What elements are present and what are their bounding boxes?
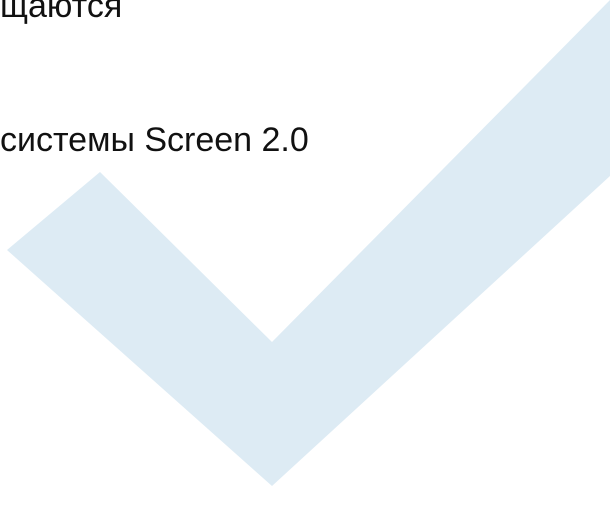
document-text-line: системы Screen 2.0 — [0, 121, 309, 159]
document-text-line: щаются — [0, 0, 123, 25]
document-page: щаются системы Screen 2.0 — [0, 0, 610, 513]
checkmark-icon — [7, 0, 610, 486]
checkmark-shape — [7, 0, 610, 486]
